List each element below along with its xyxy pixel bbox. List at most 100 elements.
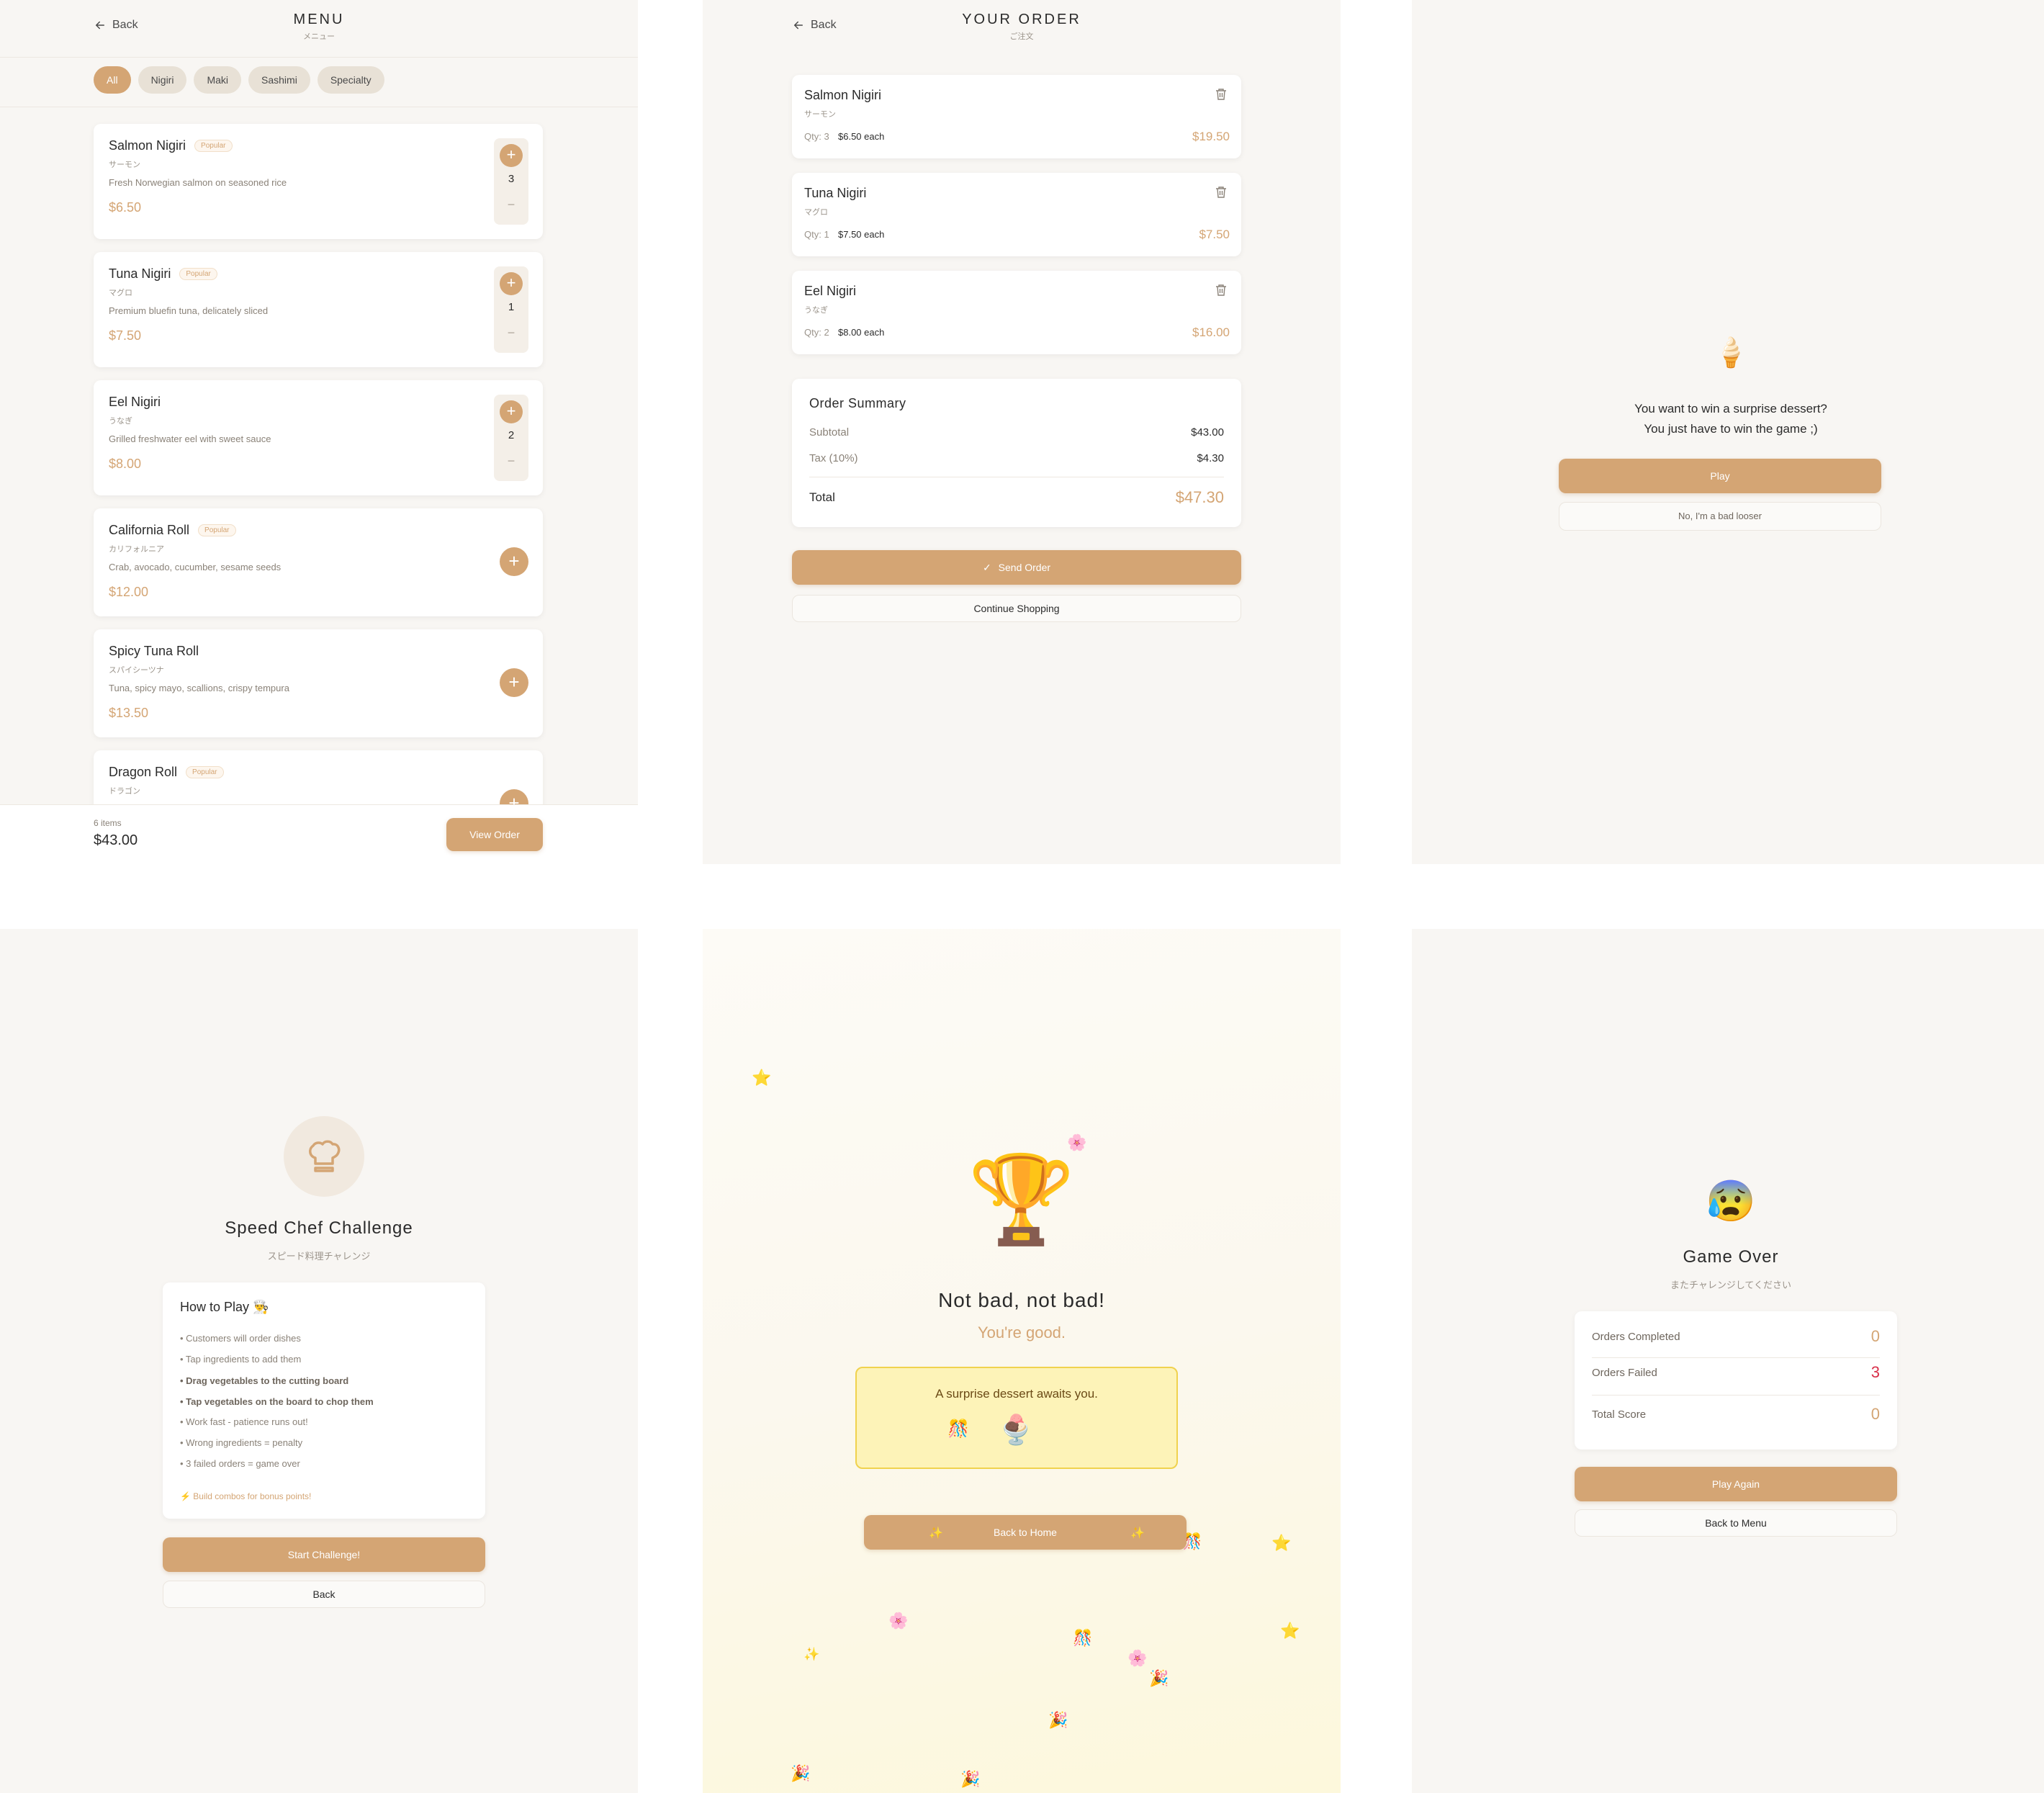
menu-item-tuna-nigiri: Tuna Nigiri Popular マグロ Premium bluefin t… [94,252,543,367]
line-item-name: Salmon Nigiri [804,88,882,102]
start-challenge-button[interactable]: Start Challenge! [163,1537,485,1572]
subtotal-label: Subtotal [809,426,850,439]
line-total: $19.50 [1192,130,1230,143]
menu-item-california-roll: California Roll Popular カリフォルニア Crab, avo… [94,508,543,616]
back-to-menu-button[interactable]: Back to Menu [1575,1509,1897,1537]
order-line: Salmon Nigiri サーモン Qty: 3 $6.50 each $19… [792,75,1241,158]
filter-sashimi[interactable]: Sashimi [248,66,310,94]
line-unit-price: $8.00 each [838,327,885,338]
dessert-prompt-screen: 🍦 You want to win a surprise dessert? Yo… [1412,0,2044,864]
play-button[interactable]: Play [1559,459,1881,493]
stat-label: Orders Completed [1592,1330,1680,1343]
star-icon: ⭐ [1271,1534,1292,1552]
back-to-home-label: Back to Home [994,1527,1057,1538]
popular-badge: Popular [198,524,236,536]
line-item-japanese-name: マグロ [804,208,828,217]
subtotal-value: $43.00 [1191,426,1224,439]
item-price: $8.00 [109,457,142,471]
line-quantity: Qty: 2 [804,327,829,338]
challenge-subtitle: スピード料理チャレンジ [267,1251,371,1262]
line-quantity: Qty: 1 [804,229,829,240]
menu-header: Back MENU メニュー [0,0,638,58]
line-item-japanese-name: うなぎ [804,306,828,315]
view-order-button[interactable]: View Order [446,818,543,851]
line-total: $7.50 [1199,228,1230,241]
continue-shopping-button[interactable]: Continue Shopping [792,595,1241,622]
menu-item-spicy-tuna-roll: Spicy Tuna Roll スパイシーツナ Tuna, spicy mayo… [94,629,543,737]
cart-bar: 6 items $43.00 View Order [0,804,638,864]
filter-maki[interactable]: Maki [194,66,242,94]
tax-row: Tax (10%) $4.30 [809,452,1224,464]
quantity-stepper: + 1 − [494,266,528,353]
line-item-name: Tuna Nigiri [804,186,867,200]
page-subtitle: メニュー [303,32,335,41]
filter-all[interactable]: All [94,66,131,94]
add-to-order-button[interactable]: + [500,668,528,697]
ice-cream-icon: 🍦 [1713,337,1749,369]
decline-button[interactable]: No, I'm a bad looser [1559,502,1881,531]
order-line: Eel Nigiri うなぎ Qty: 2 $8.00 each $16.00 [792,271,1241,354]
stat-total-score: Total Score 0 [1592,1405,1880,1424]
increment-button[interactable]: + [500,144,523,167]
cart-total: $43.00 [94,832,138,848]
stat-value: 0 [1870,1405,1880,1423]
order-line: Tuna Nigiri マグロ Qty: 1 $7.50 each $7.50 [792,173,1241,256]
challenge-intro-screen: Speed Chef Challenge スピード料理チャレンジ How to … [0,929,638,1793]
popular-badge: Popular [194,140,233,152]
rule-item: • Customers will order dishes [180,1333,301,1344]
prompt-line-2: You just have to win the game ;) [1644,422,1818,436]
subtotal-row: Subtotal $43.00 [809,426,1224,439]
party-popper-icon: 🎉 [1149,1669,1169,1687]
line-unit-price: $6.50 each [838,131,885,142]
popular-badge: Popular [186,766,224,778]
trash-icon[interactable] [1215,88,1227,101]
trophy-icon: 🏆 [968,1151,1076,1248]
anxious-face-icon: 😰 [1706,1178,1756,1223]
star-icon: ⭐ [1280,1622,1300,1640]
trash-icon[interactable] [1215,186,1227,199]
rule-item: • Drag vegetables to the cutting board [180,1375,349,1386]
summary-title: Order Summary [809,396,906,410]
back-button[interactable]: Back [163,1581,485,1608]
category-filters: All Nigiri Maki Sashimi Specialty [94,66,384,94]
total-label: Total [809,490,835,504]
play-again-button[interactable]: Play Again [1575,1467,1897,1501]
item-japanese-name: うなぎ [109,417,132,426]
how-to-play-title: How to Play 👨‍🍳 [180,1300,269,1314]
tax-label: Tax (10%) [809,452,858,464]
item-description: Grilled freshwater eel with sweet sauce [109,433,271,444]
stat-value: 3 [1870,1363,1880,1381]
send-order-label: Send Order [998,562,1051,573]
send-order-button[interactable]: ✓ Send Order [792,550,1241,585]
increment-button[interactable]: + [500,400,523,423]
chef-hat-badge [284,1116,364,1197]
win-screen: ⭐ 🌸 ⭐ 🎊 ⭐ 🌸 ✨ 🎊 🌸 🎉 🎉 🎉 🎉 🏆 Not bad, not… [703,929,1341,1793]
rule-item: • Tap ingredients to add them [180,1354,302,1365]
win-title: Not bad, not bad! [938,1289,1105,1311]
back-to-home-button[interactable]: ✨ Back to Home ✨ [864,1515,1187,1550]
popular-badge: Popular [179,268,217,280]
add-to-order-button[interactable]: + [500,547,528,576]
item-name: Spicy Tuna Roll [109,644,199,658]
decrement-button[interactable]: − [494,197,528,212]
increment-button[interactable]: + [500,272,523,295]
divider [1592,1357,1880,1358]
stat-orders-failed: Orders Failed 3 [1592,1363,1880,1382]
filter-specialty[interactable]: Specialty [317,66,384,94]
tax-value: $4.30 [1197,452,1224,464]
trash-icon[interactable] [1215,284,1227,297]
item-price: $12.00 [109,585,149,599]
decrement-button[interactable]: − [494,454,528,469]
page-title: MENU [293,12,345,27]
item-japanese-name: マグロ [109,289,132,297]
star-icon: ⭐ [752,1069,772,1087]
dessert-icon: 🍨 [998,1414,1034,1446]
party-popper-icon: 🎉 [1048,1711,1068,1729]
filter-nigiri[interactable]: Nigiri [138,66,187,94]
item-japanese-name: カリフォルニア [109,545,164,554]
decrement-button[interactable]: − [494,325,528,341]
party-popper-icon: 🎉 [791,1764,811,1782]
menu-item-salmon-nigiri: Salmon Nigiri Popular サーモン Fresh Norwegia… [94,124,543,239]
game-over-subtitle: またチャレンジしてください [1670,1280,1792,1290]
item-description: Fresh Norwegian salmon on seasoned rice [109,177,287,188]
